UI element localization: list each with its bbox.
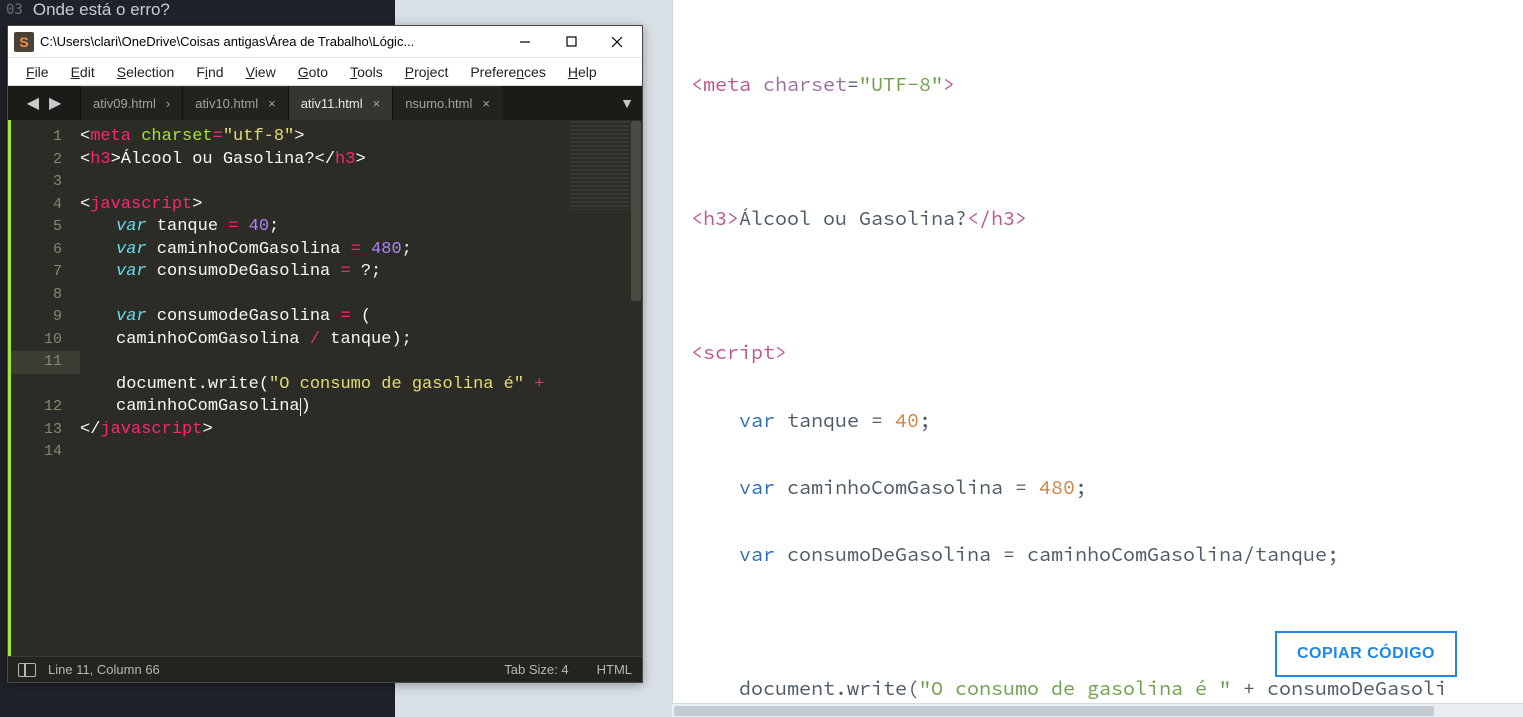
titlebar[interactable]: S C:\Users\clari\OneDrive\Coisas antigas… (8, 26, 642, 58)
horizontal-scrollbar[interactable] (672, 703, 1523, 717)
tab-close-icon[interactable]: × (482, 96, 490, 111)
tab-label: ativ11.html (301, 96, 363, 111)
question-row: 03 Onde está o erro? (0, 0, 170, 20)
status-bar: Line 11, Column 66 Tab Size: 4 HTML (8, 656, 642, 682)
tab-ativ11[interactable]: ativ11.html × (288, 86, 393, 120)
reference-code-pane: <meta charset="UTF-8"> <h3>Álcool ou Gas… (672, 0, 1523, 705)
menu-edit[interactable]: Edit (61, 62, 105, 82)
window-title: C:\Users\clari\OneDrive\Coisas antigas\Á… (40, 34, 502, 49)
chevron-right-icon: › (166, 96, 170, 111)
menu-goto[interactable]: Goto (288, 62, 338, 82)
maximize-icon (566, 36, 577, 47)
minimize-icon (519, 36, 531, 48)
tab-consumo[interactable]: nsumo.html × (392, 86, 502, 120)
panel-toggle-icon[interactable] (18, 663, 36, 677)
editor-area[interactable]: 1 2 3 4 5 6 7 8 9 10 11 12 13 14 <meta c… (8, 120, 642, 656)
tab-history-back-icon[interactable]: ◀ (27, 93, 39, 113)
tab-history-forward-icon[interactable]: ▶ (49, 93, 61, 113)
menu-bar: File Edit Selection Find View Goto Tools… (8, 58, 642, 86)
status-language[interactable]: HTML (597, 662, 632, 677)
tab-label: nsumo.html (405, 96, 472, 111)
menu-tools[interactable]: Tools (340, 62, 393, 82)
menu-find[interactable]: Find (186, 62, 233, 82)
question-number: 03 (6, 2, 23, 18)
close-icon (611, 36, 623, 48)
minimize-button[interactable] (502, 27, 548, 57)
menu-help[interactable]: Help (558, 62, 607, 82)
app-icon: S (14, 32, 34, 52)
line-gutter: 1 2 3 4 5 6 7 8 9 10 11 12 13 14 (8, 120, 80, 656)
minimap[interactable] (570, 120, 630, 210)
tab-close-icon[interactable]: × (268, 96, 276, 111)
tab-ativ10[interactable]: ativ10.html × (182, 86, 287, 120)
status-tab-size[interactable]: Tab Size: 4 (504, 662, 568, 677)
tab-close-icon[interactable]: × (373, 96, 381, 111)
copy-code-button[interactable]: COPIAR CÓDIGO (1275, 631, 1457, 677)
tab-overflow-button[interactable]: ▼ (612, 86, 642, 120)
close-button[interactable] (594, 27, 640, 57)
diff-gutter-marker (8, 120, 11, 656)
code-body[interactable]: <meta charset="utf-8"> <h3>Álcool ou Gas… (80, 120, 642, 656)
maximize-button[interactable] (548, 27, 594, 57)
menu-view[interactable]: View (236, 62, 286, 82)
menu-file[interactable]: File (16, 62, 59, 82)
tab-bar: ◀ ▶ ativ09.html › ativ10.html × ativ11.h… (8, 86, 642, 120)
tab-ativ09[interactable]: ativ09.html › (80, 86, 182, 120)
menu-preferences[interactable]: Preferences (460, 62, 556, 82)
status-cursor-pos: Line 11, Column 66 (48, 662, 160, 677)
vertical-scrollbar[interactable] (630, 120, 642, 656)
tab-label: ativ09.html (93, 96, 156, 111)
editor-window: S C:\Users\clari\OneDrive\Coisas antigas… (7, 25, 643, 683)
tab-label: ativ10.html (195, 96, 258, 111)
scrollbar-thumb[interactable] (631, 121, 641, 301)
menu-selection[interactable]: Selection (107, 62, 185, 82)
scrollbar-thumb[interactable] (674, 706, 1434, 716)
question-text: Onde está o erro? (33, 0, 170, 20)
menu-project[interactable]: Project (395, 62, 459, 82)
